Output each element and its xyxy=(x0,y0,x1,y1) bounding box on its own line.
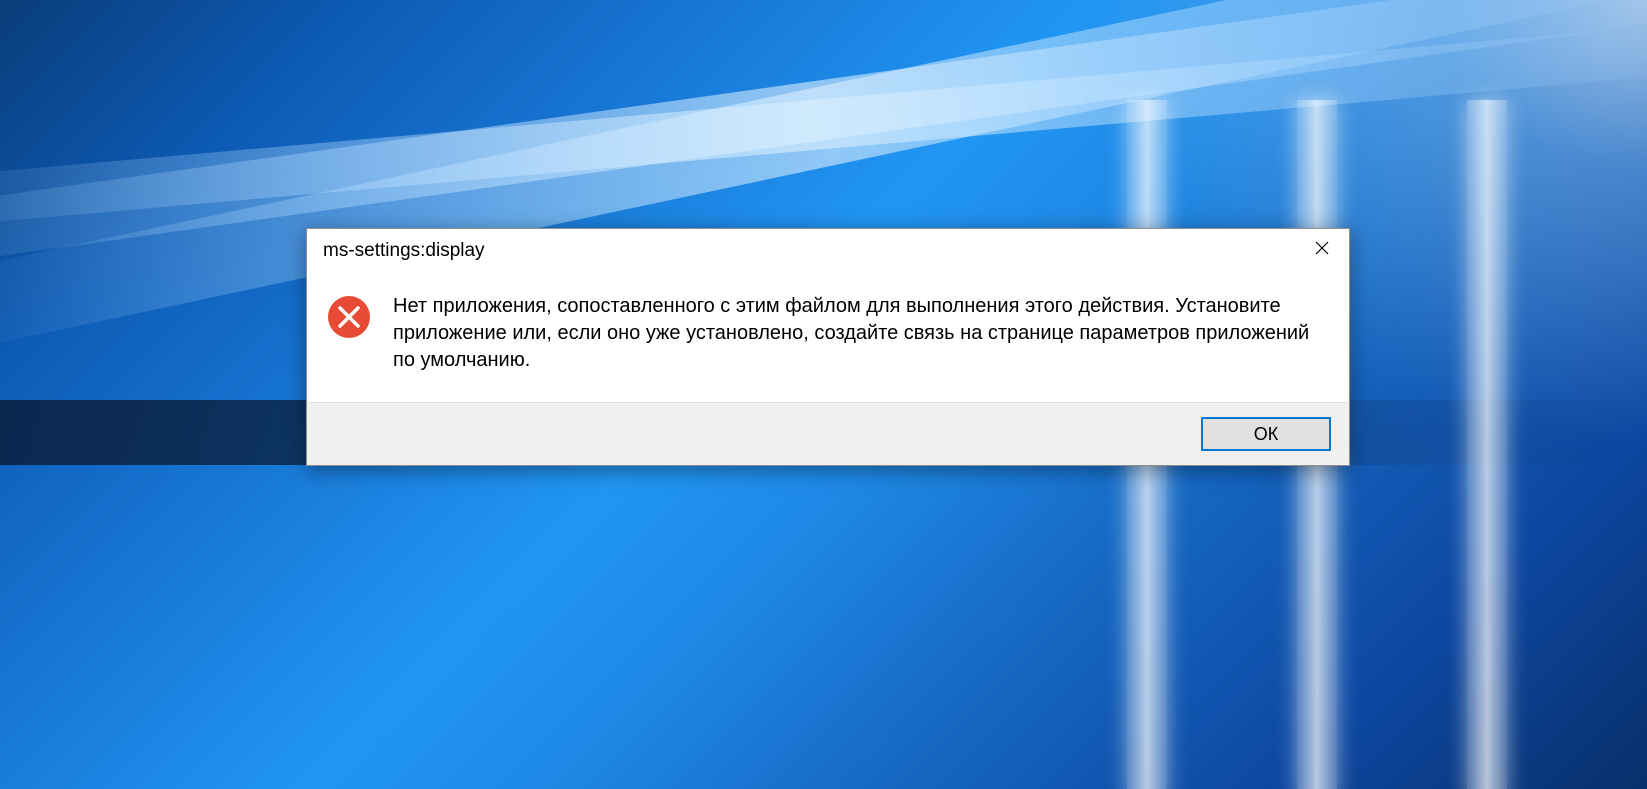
error-icon xyxy=(327,295,371,339)
ok-button[interactable]: ОК xyxy=(1201,417,1331,451)
close-icon xyxy=(1315,241,1329,255)
dialog-title: ms-settings:display xyxy=(323,240,485,262)
dialog-titlebar[interactable]: ms-settings:display xyxy=(307,229,1349,273)
error-dialog: ms-settings:display Нет приложения, сопо… xyxy=(306,228,1350,466)
close-button[interactable] xyxy=(1299,232,1345,264)
dialog-body: Нет приложения, сопоставленного с этим ф… xyxy=(307,273,1349,402)
dialog-message: Нет приложения, сопоставленного с этим ф… xyxy=(393,293,1319,374)
dialog-footer: ОК xyxy=(307,402,1349,465)
